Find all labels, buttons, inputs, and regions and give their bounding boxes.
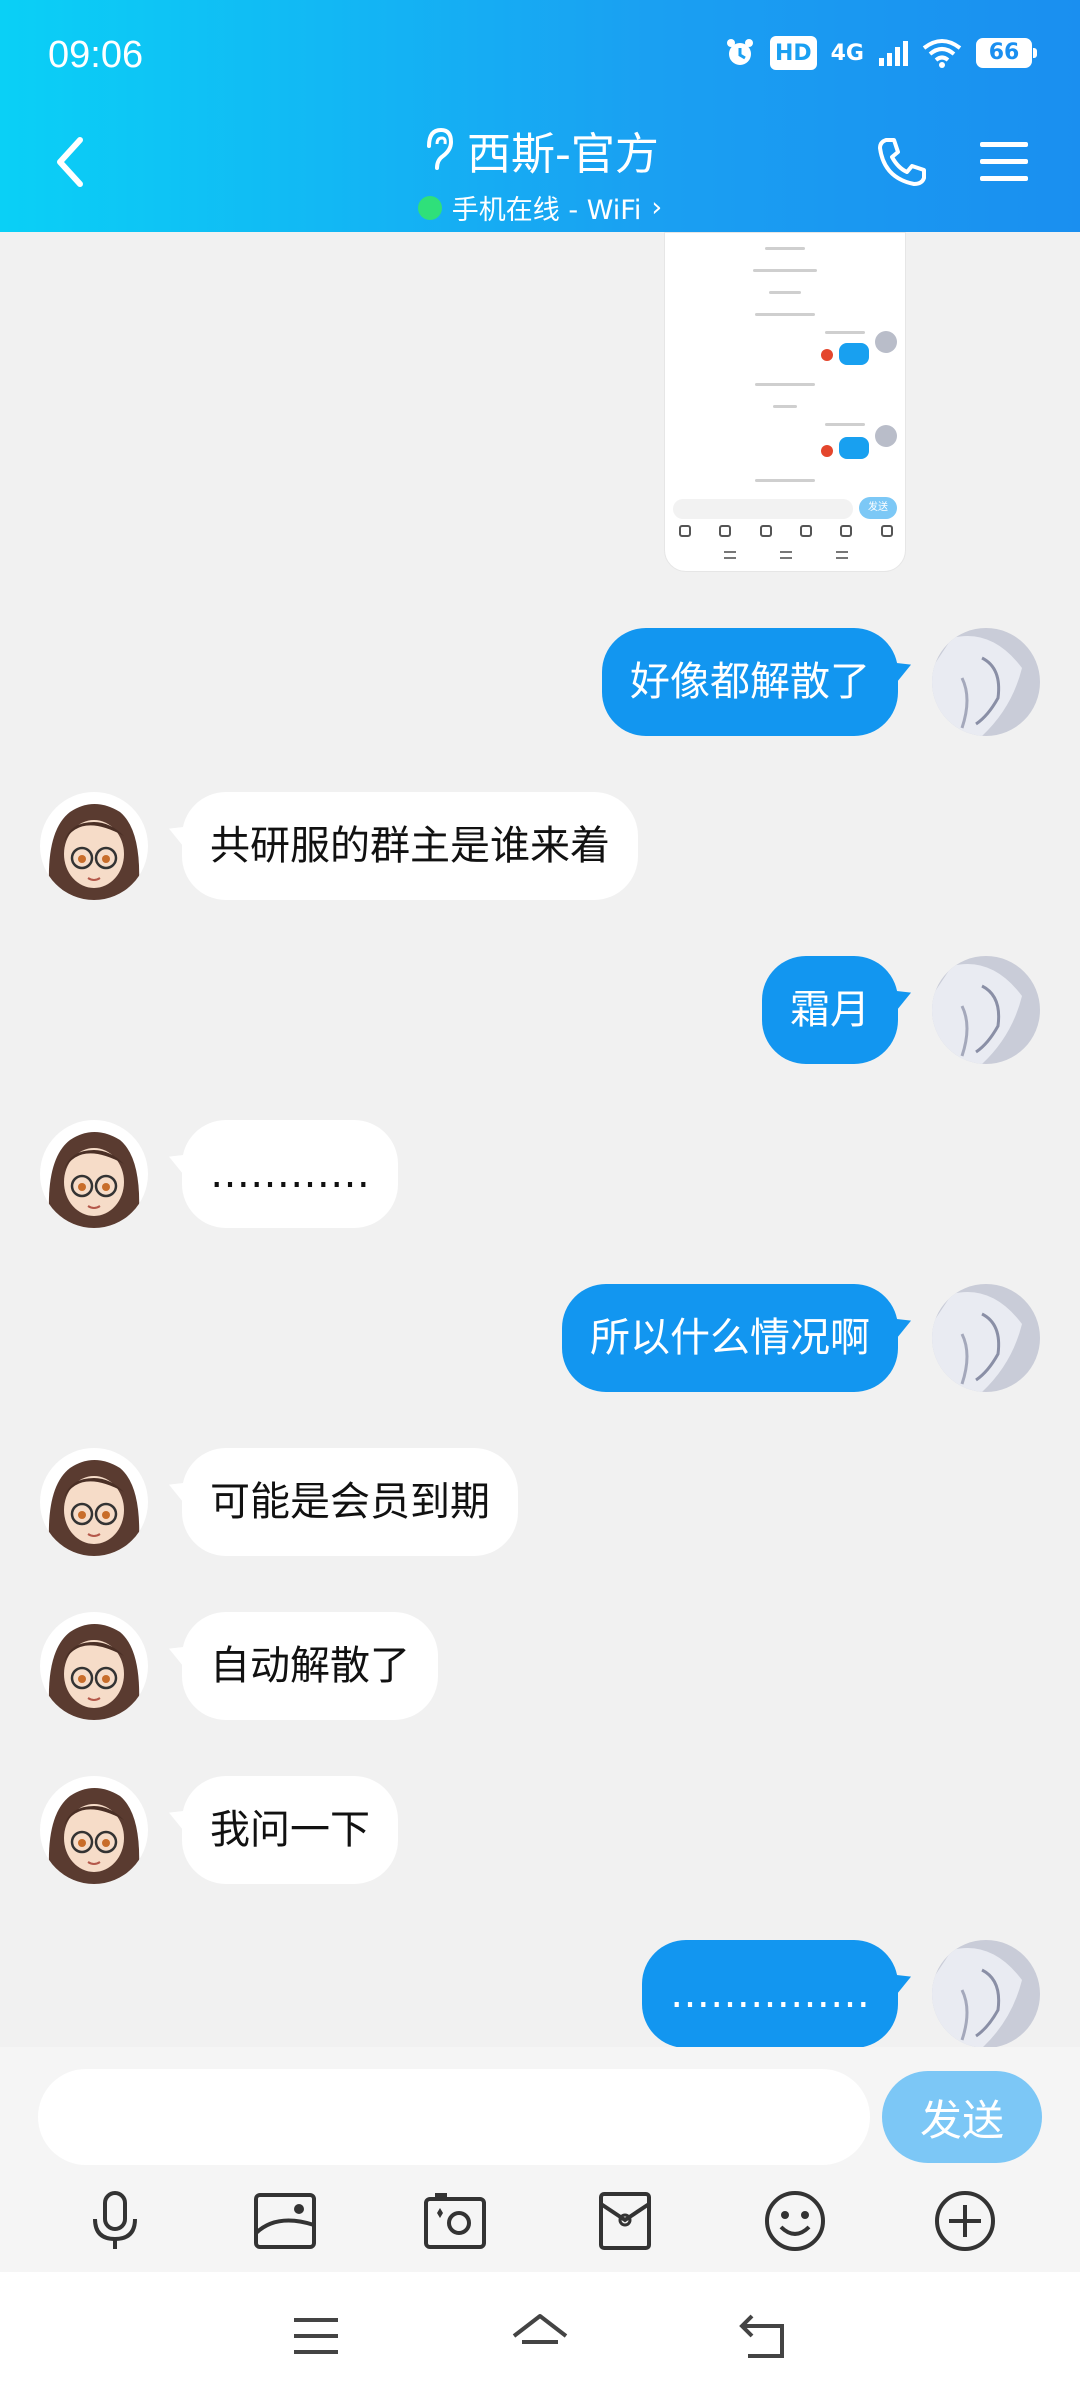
emoji-button[interactable] xyxy=(760,2186,830,2256)
send-button[interactable]: 发送 xyxy=(882,2071,1042,2163)
message-row: 霜月 xyxy=(762,956,1040,1064)
image-message-screenshot[interactable]: 发送 xyxy=(664,232,906,572)
alarm-icon xyxy=(724,36,756,70)
ear-icon xyxy=(427,127,454,170)
voice-input-button[interactable] xyxy=(80,2186,150,2256)
image-icon xyxy=(254,2193,316,2249)
my-avatar[interactable] xyxy=(932,956,1040,1064)
hd-badge: HD xyxy=(769,36,817,70)
contact-avatar[interactable] xyxy=(40,1448,148,1556)
message-bubble[interactable]: 可能是会员到期 xyxy=(182,1448,518,1556)
message-row: 所以什么情况啊 xyxy=(562,1284,1040,1392)
camera-button[interactable] xyxy=(420,2186,490,2256)
input-bar: 发送 xyxy=(0,2047,1080,2272)
message-bubble[interactable]: 我问一下 xyxy=(182,1776,398,1884)
battery-indicator: 66 xyxy=(976,38,1037,68)
message-row: 共研服的群主是谁来着 xyxy=(40,792,638,900)
image-picker-button[interactable] xyxy=(250,2186,320,2256)
online-status[interactable]: 手机在线 - WiFi › xyxy=(417,188,663,227)
message-row: 我问一下 xyxy=(40,1776,398,1884)
message-bubble[interactable]: 所以什么情况啊 xyxy=(562,1284,898,1392)
chat-title: 西斯-官方 xyxy=(467,129,659,180)
message-bubble[interactable]: 自动解散了 xyxy=(182,1612,438,1720)
red-packet-icon xyxy=(599,2192,651,2250)
message-row: ………… xyxy=(40,1120,398,1228)
contact-avatar[interactable] xyxy=(40,792,148,900)
signal-icon xyxy=(878,36,908,70)
wifi-icon xyxy=(922,36,962,70)
message-bubble[interactable]: 共研服的群主是谁来着 xyxy=(182,792,638,900)
recent-apps-button[interactable] xyxy=(284,2304,348,2368)
contact-avatar[interactable] xyxy=(40,1612,148,1720)
microphone-icon xyxy=(93,2191,137,2249)
my-avatar[interactable] xyxy=(932,628,1040,736)
back-nav-button[interactable] xyxy=(732,2304,796,2368)
more-actions-button[interactable] xyxy=(930,2186,1000,2256)
emoji-icon xyxy=(765,2191,825,2251)
message-row: 好像都解散了 xyxy=(602,628,1040,736)
online-status-text: 手机在线 - WiFi xyxy=(451,195,642,226)
message-input[interactable] xyxy=(38,2069,870,2165)
phone-icon xyxy=(878,138,926,186)
message-row: …………… xyxy=(642,1940,1040,2047)
my-avatar[interactable] xyxy=(932,1284,1040,1392)
plus-icon xyxy=(935,2191,995,2251)
message-bubble[interactable]: ………… xyxy=(182,1120,398,1228)
menu-icon xyxy=(294,2318,338,2354)
network-type: 4G xyxy=(830,40,864,66)
message-bubble[interactable]: 霜月 xyxy=(762,956,898,1064)
input-toolbar xyxy=(0,2181,1080,2261)
system-navigation-bar xyxy=(0,2272,1080,2400)
message-bubble[interactable]: …………… xyxy=(642,1940,898,2047)
menu-icon xyxy=(980,142,1028,181)
home-button[interactable] xyxy=(508,2304,572,2368)
more-menu-button[interactable] xyxy=(978,140,1030,184)
back-arrow-icon xyxy=(739,2314,784,2358)
status-time: 09:06 xyxy=(48,34,144,76)
message-bubble[interactable]: 好像都解散了 xyxy=(602,628,898,736)
chat-header: 09:06 HD 4G 66 西斯-官方 手机在线 - WiFi › xyxy=(0,0,1080,232)
contact-avatar[interactable] xyxy=(40,1120,148,1228)
red-packet-button[interactable] xyxy=(590,2186,660,2256)
message-list[interactable]: 发送 好像都解散了 共研服的群主是谁来着 霜月 ………… 所以什么情况啊 可能是… xyxy=(0,232,1080,2047)
thumbnail-send-label: 发送 xyxy=(859,497,897,519)
my-avatar[interactable] xyxy=(932,1940,1040,2047)
voice-call-button[interactable] xyxy=(874,134,930,190)
message-row: 自动解散了 xyxy=(40,1612,438,1720)
message-row: 可能是会员到期 xyxy=(40,1448,518,1556)
online-dot xyxy=(417,195,442,220)
camera-icon xyxy=(424,2193,486,2249)
contact-avatar[interactable] xyxy=(40,1776,148,1884)
home-icon xyxy=(512,2314,568,2344)
status-icons: HD 4G 66 xyxy=(724,36,1037,70)
chevron-right-icon: › xyxy=(651,192,663,223)
